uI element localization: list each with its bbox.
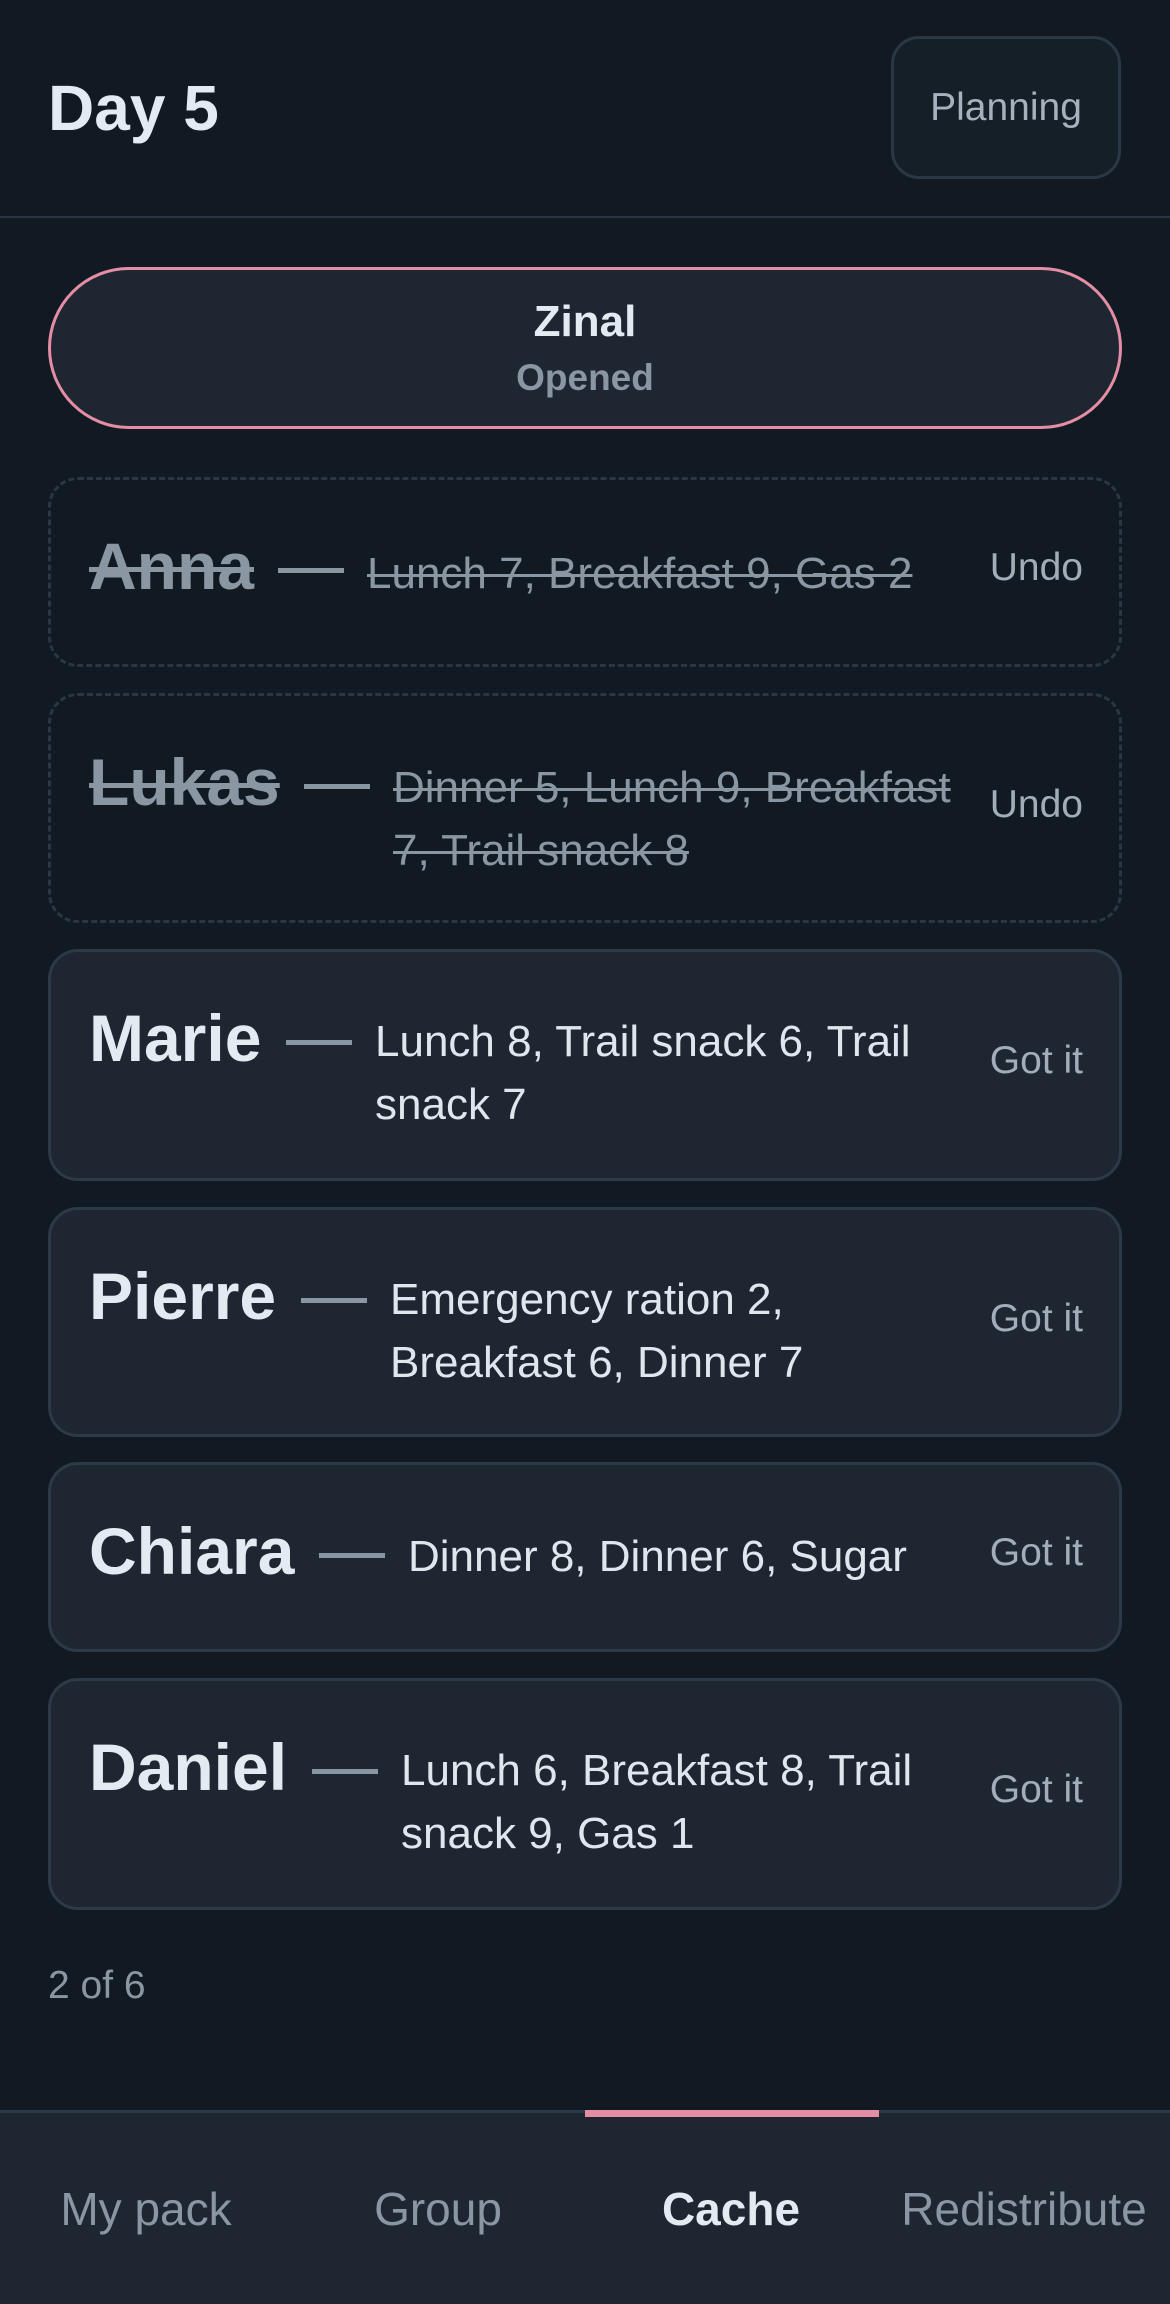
pickup-card: Chiara Dinner 8, Dinner 6, Sugar Got it bbox=[48, 1462, 1122, 1652]
active-tab-indicator bbox=[585, 2110, 879, 2117]
tab-redistribute[interactable]: Redistribute bbox=[878, 2113, 1170, 2304]
pickup-card: Lukas Dinner 5, Lunch 9, Breakfast 7, Tr… bbox=[48, 693, 1122, 923]
undo-button[interactable]: Undo bbox=[990, 546, 1083, 590]
tab-cache[interactable]: Cache bbox=[585, 2113, 877, 2304]
pickup-card: Anna Lunch 7, Breakfast 9, Gas 2 Undo bbox=[48, 477, 1122, 667]
separator-dash bbox=[278, 568, 344, 573]
person-name: Pierre bbox=[89, 1259, 277, 1333]
page-title: Day 5 bbox=[48, 72, 219, 144]
pickup-items: Dinner 8, Dinner 6, Sugar bbox=[408, 1532, 907, 1581]
pickup-card: Pierre Emergency ration 2, Breakfast 6, … bbox=[48, 1207, 1122, 1437]
tab-my-pack[interactable]: My pack bbox=[0, 2113, 292, 2304]
pickup-card: Marie Lunch 8, Trail snack 6, Trail snac… bbox=[48, 949, 1122, 1181]
person-name: Marie bbox=[89, 1001, 262, 1075]
cache-banner[interactable]: Zinal Opened bbox=[48, 267, 1122, 429]
pickup-items: Dinner 5, Lunch 9, Breakfast 7, Trail sn… bbox=[393, 763, 951, 875]
progress-count: 2 of 6 bbox=[48, 1964, 146, 2007]
pickup-items: Lunch 8, Trail snack 6, Trail snack 7 bbox=[375, 1017, 911, 1129]
separator-dash bbox=[312, 1769, 378, 1774]
cache-status: Opened bbox=[516, 357, 654, 398]
tab-group[interactable]: Group bbox=[292, 2113, 584, 2304]
pickup-card: Daniel Lunch 6, Breakfast 8, Trail snack… bbox=[48, 1678, 1122, 1910]
undo-button[interactable]: Undo bbox=[990, 783, 1083, 827]
bottom-tab-bar: My pack Group Cache Redistribute bbox=[0, 2110, 1170, 2304]
got-it-button[interactable]: Got it bbox=[990, 1297, 1083, 1341]
top-bar: Day 5 Planning bbox=[0, 0, 1170, 218]
person-name: Daniel bbox=[89, 1730, 288, 1804]
person-name: Lukas bbox=[89, 745, 280, 819]
planning-button[interactable]: Planning bbox=[891, 36, 1121, 179]
person-name: Anna bbox=[89, 529, 254, 603]
person-name: Chiara bbox=[89, 1514, 295, 1588]
separator-dash bbox=[286, 1040, 352, 1045]
got-it-button[interactable]: Got it bbox=[990, 1768, 1083, 1812]
cache-name: Zinal bbox=[533, 297, 637, 346]
separator-dash bbox=[304, 784, 370, 789]
separator-dash bbox=[319, 1553, 385, 1558]
pickup-items: Lunch 7, Breakfast 9, Gas 2 bbox=[367, 549, 913, 598]
got-it-button[interactable]: Got it bbox=[990, 1531, 1083, 1575]
pickup-items: Lunch 6, Breakfast 8, Trail snack 9, Gas… bbox=[401, 1746, 913, 1858]
got-it-button[interactable]: Got it bbox=[990, 1039, 1083, 1083]
separator-dash bbox=[301, 1298, 367, 1303]
pickup-items: Emergency ration 2, Breakfast 6, Dinner … bbox=[390, 1275, 804, 1387]
